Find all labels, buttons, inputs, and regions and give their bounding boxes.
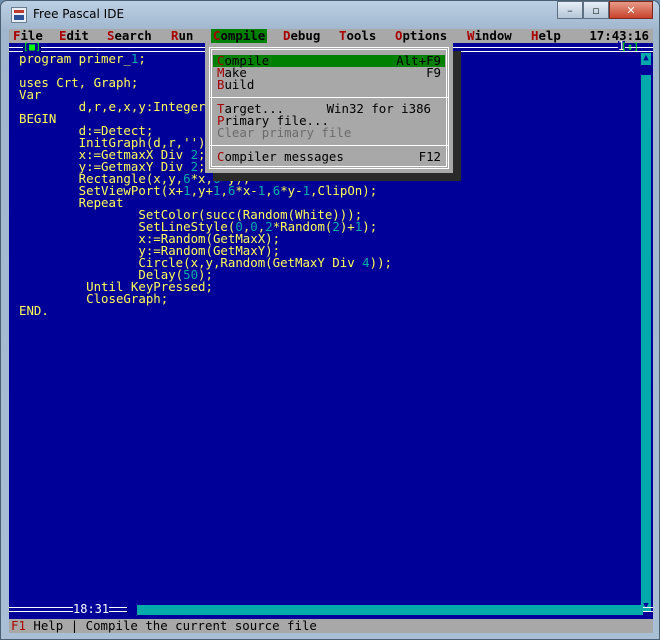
menu-debug-label: ebug [290, 29, 321, 43]
menu-help[interactable]: Help [529, 29, 563, 43]
cursor-position: 18:31 [73, 602, 110, 616]
menu-edit-label: dit [66, 29, 89, 43]
menu-file[interactable]: File [11, 29, 45, 43]
compile-menu-dropdown: Compile Alt+F9 Make F9 Build Target... W… [205, 43, 453, 173]
menu-item-build-label: uild [224, 77, 255, 92]
ide-console: File Edit Search Run Compile Debug Tools… [9, 29, 653, 633]
application-window: Free Pascal IDE – ▫ ✕ File Edit Search R… [0, 0, 660, 640]
menu-item-compile[interactable]: Compile Alt+F9 [213, 54, 445, 67]
menu-item-make-shortcut: F9 [426, 65, 441, 80]
editor-zoom-box[interactable]: [↕] [621, 43, 639, 53]
menu-compile[interactable]: Compile [211, 29, 268, 43]
horizontal-scroll-thumb[interactable] [127, 605, 137, 615]
menu-options-label: ptions [402, 29, 448, 43]
menu-window[interactable]: Window [465, 29, 514, 43]
menu-run-label: un [178, 29, 194, 43]
code-line[interactable]: CloseGraph; [19, 292, 639, 305]
menu-separator [209, 97, 449, 98]
menu-item-compiler-messages[interactable]: Compiler messages F12 [213, 149, 445, 164]
menu-search[interactable]: Search [105, 29, 154, 43]
status-help-key[interactable]: F1 [11, 618, 26, 633]
vertical-scrollbar[interactable]: ▲ ▼ [641, 53, 651, 611]
status-message: Compile the current source file [85, 618, 317, 633]
horizontal-scrollbar[interactable] [127, 605, 643, 615]
menu-item-clear-primary-file-label: Clear primary file [217, 125, 352, 140]
menu-file-label: ile [20, 29, 43, 43]
menu-search-label: earch [114, 29, 152, 43]
menu-options[interactable]: Options [393, 29, 449, 43]
status-separator: | [70, 618, 79, 633]
menu-tools[interactable]: Tools [337, 29, 378, 43]
code-line[interactable]: END. [19, 304, 639, 317]
scroll-up-arrow-icon[interactable]: ▲ [641, 53, 651, 63]
minimize-button[interactable]: – [557, 1, 583, 19]
menu-item-target-value: Win32 for i386 [326, 101, 431, 116]
menu-window-label: indow [474, 29, 512, 43]
editor-bottom-frame: 18:31 [9, 603, 653, 615]
menu-item-clear-primary-file: Clear primary file [213, 125, 445, 140]
menu-item-compiler-messages-label: ompiler messages [224, 149, 344, 164]
menu-debug[interactable]: Debug [281, 29, 322, 43]
title-bar[interactable]: Free Pascal IDE – ▫ ✕ [1, 1, 659, 29]
menu-help-label: elp [538, 29, 561, 43]
vertical-scroll-thumb[interactable] [641, 65, 651, 75]
menu-tools-label: ools [346, 29, 377, 43]
window-title: Free Pascal IDE [33, 7, 125, 21]
free-pascal-app-icon [11, 7, 27, 23]
menu-bar: File Edit Search Run Compile Debug Tools… [9, 29, 653, 43]
status-bar: F1 Help | Compile the current source fil… [9, 619, 653, 633]
menu-edit[interactable]: Edit [57, 29, 91, 43]
menu-run[interactable]: Run [169, 29, 195, 43]
menu-separator [209, 145, 449, 146]
close-button[interactable]: ✕ [609, 1, 653, 19]
maximize-button[interactable]: ▫ [583, 1, 609, 19]
caption-buttons: – ▫ ✕ [557, 1, 653, 21]
menu-item-build[interactable]: Build [213, 77, 445, 92]
menu-compile-label: ompile [220, 29, 266, 43]
status-help-label[interactable]: Help [33, 618, 63, 633]
menu-item-compiler-messages-shortcut: F12 [418, 149, 441, 164]
